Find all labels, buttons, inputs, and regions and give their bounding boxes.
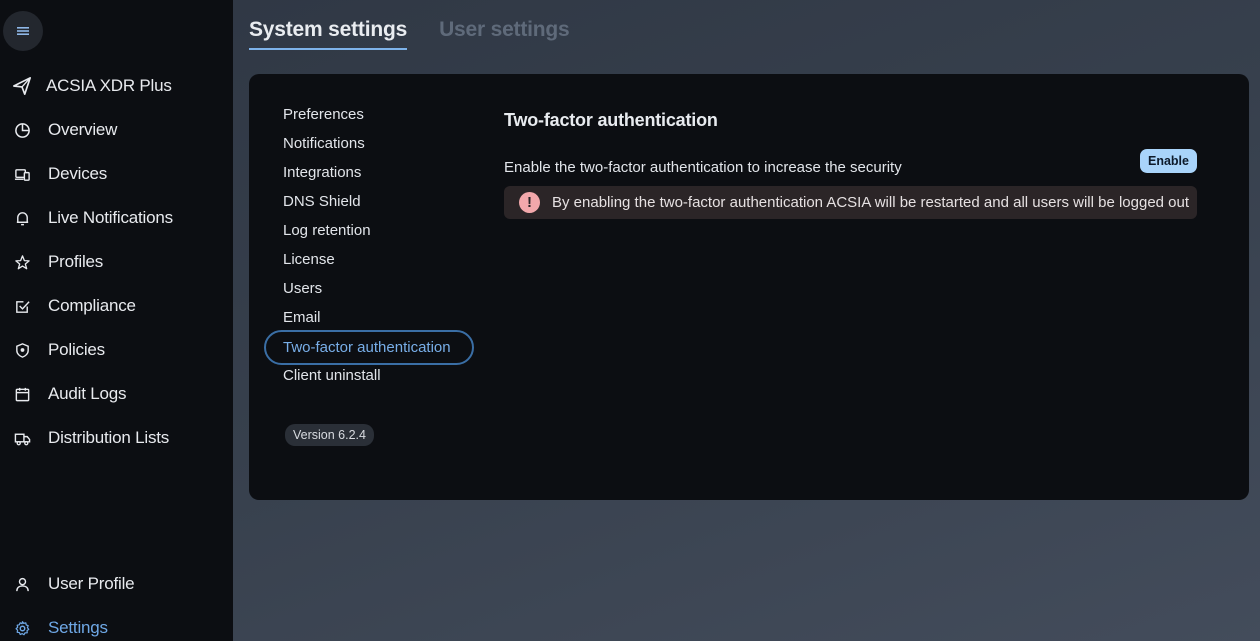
enable-row: Enable the two-factor authentication to … — [504, 149, 1197, 181]
sidebar-item-label: Devices — [48, 164, 108, 183]
submenu-item-two-factor-authentication[interactable]: Two-factor authentication — [264, 330, 474, 365]
sidebar-item-live-notifications[interactable]: Live Notifications — [12, 206, 173, 230]
star-icon — [12, 252, 32, 272]
sidebar-item-label: Policies — [48, 340, 105, 359]
calendar-icon — [12, 384, 32, 404]
sidebar-item-label: Profiles — [48, 252, 104, 271]
tab-user-settings[interactable]: User settings — [439, 18, 570, 50]
sidebar: ACSIA XDR Plus Overview Devices Live Not… — [0, 0, 233, 641]
sidebar-item-label: Audit Logs — [48, 384, 127, 403]
submenu-item-license[interactable]: License — [283, 251, 335, 271]
sidebar-item-label: Live Notifications — [48, 208, 173, 227]
enable-button[interactable]: Enable — [1140, 149, 1197, 173]
truck-icon — [12, 428, 32, 448]
section-title: Two-factor authentication — [504, 110, 718, 130]
brand-label: ACSIA XDR Plus — [46, 76, 172, 95]
submenu-item-preferences[interactable]: Preferences — [283, 106, 364, 126]
paper-plane-logo-icon — [12, 76, 32, 96]
gear-icon — [12, 618, 32, 638]
sidebar-item-compliance[interactable]: Compliance — [12, 294, 136, 318]
exclamation-icon: ! — [519, 192, 540, 213]
sidebar-item-settings[interactable]: Settings — [12, 616, 108, 640]
sidebar-item-label: Settings — [48, 618, 108, 637]
submenu-item-log-retention[interactable]: Log retention — [283, 222, 371, 242]
bell-icon — [12, 208, 32, 228]
two-factor-panel: Two-factor authentication Enable the two… — [504, 110, 1197, 219]
submenu-item-notifications[interactable]: Notifications — [283, 135, 365, 155]
devices-icon — [12, 164, 32, 184]
sidebar-item-label: Compliance — [48, 296, 136, 315]
submenu-item-email[interactable]: Email — [283, 309, 321, 329]
main-area: System settings User settings Preference… — [233, 0, 1260, 641]
submenu-item-dns-shield[interactable]: DNS Shield — [283, 193, 361, 213]
sidebar-item-overview[interactable]: Overview — [12, 118, 117, 142]
sidebar-item-label: Distribution Lists — [48, 428, 170, 447]
tab-system-settings[interactable]: System settings — [249, 18, 407, 50]
sidebar-item-policies[interactable]: Policies — [12, 338, 105, 362]
sidebar-item-profiles[interactable]: Profiles — [12, 250, 103, 274]
submenu-item-users[interactable]: Users — [283, 280, 322, 300]
brand[interactable]: ACSIA XDR Plus — [12, 74, 172, 98]
sidebar-item-audit-logs[interactable]: Audit Logs — [12, 382, 127, 406]
sidebar-item-distribution-lists[interactable]: Distribution Lists — [12, 426, 169, 450]
sidebar-item-label: Overview — [48, 120, 118, 139]
settings-card: Preferences Notifications Integrations D… — [249, 74, 1249, 500]
checkbox-icon — [12, 296, 32, 316]
sidebar-item-label: User Profile — [48, 574, 135, 593]
submenu-item-client-uninstall[interactable]: Client uninstall — [283, 367, 381, 387]
sidebar-item-devices[interactable]: Devices — [12, 162, 107, 186]
submenu-item-integrations[interactable]: Integrations — [283, 164, 361, 184]
hamburger-icon — [17, 27, 29, 35]
pie-chart-icon — [12, 120, 32, 140]
version-badge: Version 6.2.4 — [285, 424, 374, 446]
user-icon — [12, 574, 32, 594]
sidebar-item-user-profile[interactable]: User Profile — [12, 572, 135, 596]
alert-text: By enabling the two-factor authenticatio… — [552, 194, 1190, 211]
menu-toggle-button[interactable] — [3, 11, 43, 51]
shield-icon — [12, 340, 32, 360]
description-text: Enable the two-factor authentication to … — [504, 159, 902, 176]
warning-alert: ! By enabling the two-factor authenticat… — [504, 186, 1197, 219]
settings-tabs: System settings User settings — [249, 18, 570, 50]
